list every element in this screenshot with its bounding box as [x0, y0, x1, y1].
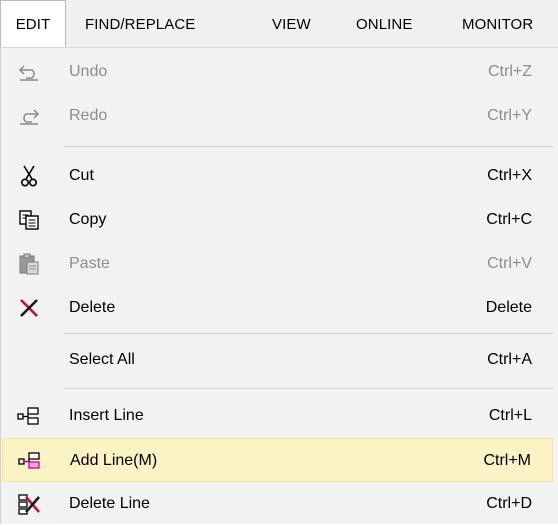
- menu-item-label: Cut: [69, 167, 94, 184]
- menu-item-cut[interactable]: Cut Ctrl+X: [2, 154, 553, 198]
- menu-monitor[interactable]: MONITOR: [462, 0, 533, 47]
- menu-separator: [64, 388, 553, 389]
- menu-edit[interactable]: EDIT: [0, 0, 66, 47]
- menu-item-shortcut: Ctrl+V: [487, 255, 532, 272]
- menu-item-add-line[interactable]: Add Line(M) Ctrl+M: [2, 438, 553, 482]
- menu-item-label: Redo: [69, 107, 108, 124]
- menu-item-label: Delete Line: [69, 495, 150, 512]
- menu-item-label: Copy: [69, 211, 107, 228]
- add-line-icon: [15, 439, 45, 483]
- menu-item-label: Paste: [69, 255, 110, 272]
- delete-x-icon: [14, 286, 44, 330]
- menu-item-label: Add Line(M): [70, 452, 158, 469]
- paste-icon: [14, 242, 44, 286]
- edit-dropdown-menu: Undo Ctrl+Z Redo Ctrl+Y Cut Ctrl+X Copy …: [0, 48, 558, 524]
- menu-item-shortcut: Ctrl+L: [488, 407, 532, 424]
- menu-item-shortcut: Ctrl+X: [487, 167, 532, 184]
- menu-view[interactable]: VIEW: [272, 0, 311, 47]
- menu-item-copy[interactable]: Copy Ctrl+C: [2, 198, 553, 242]
- menu-online[interactable]: ONLINE: [356, 0, 412, 47]
- redo-icon: [14, 94, 44, 138]
- menu-find-replace[interactable]: FIND/REPLACE: [85, 0, 195, 47]
- copy-icon: [14, 198, 44, 242]
- menu-item-shortcut: Ctrl+Y: [487, 107, 532, 124]
- menu-separator: [64, 333, 553, 334]
- menu-item-label: Undo: [69, 63, 108, 80]
- menu-item-undo[interactable]: Undo Ctrl+Z: [2, 50, 553, 94]
- menu-bar: EDIT FIND/REPLACE VIEW ONLINE MONITOR: [0, 0, 558, 48]
- scissors-icon: [14, 154, 44, 198]
- menu-item-redo[interactable]: Redo Ctrl+Y: [2, 94, 553, 138]
- menu-separator: [64, 146, 553, 147]
- menu-item-delete-line[interactable]: Delete Line Ctrl+D: [2, 482, 553, 526]
- menu-item-shortcut: Ctrl+A: [487, 351, 532, 368]
- menu-item-shortcut: Ctrl+D: [486, 495, 532, 512]
- menu-item-insert-line[interactable]: Insert Line Ctrl+L: [2, 394, 553, 438]
- menu-item-label: Delete: [69, 299, 116, 316]
- menu-item-label: Insert Line: [69, 407, 144, 424]
- menu-item-label: Select All: [69, 351, 135, 368]
- menu-item-shortcut: Ctrl+M: [483, 452, 531, 469]
- menu-item-select-all[interactable]: Select All Ctrl+A: [2, 338, 553, 382]
- delete-line-icon: [14, 482, 44, 526]
- insert-line-icon: [14, 394, 44, 438]
- menu-item-paste[interactable]: Paste Ctrl+V: [2, 242, 553, 286]
- undo-icon: [14, 50, 44, 94]
- menu-item-shortcut: Delete: [485, 299, 532, 316]
- menu-item-shortcut: Ctrl+Z: [488, 63, 532, 80]
- menu-item-shortcut: Ctrl+C: [486, 211, 532, 228]
- menu-item-delete[interactable]: Delete Delete: [2, 286, 553, 330]
